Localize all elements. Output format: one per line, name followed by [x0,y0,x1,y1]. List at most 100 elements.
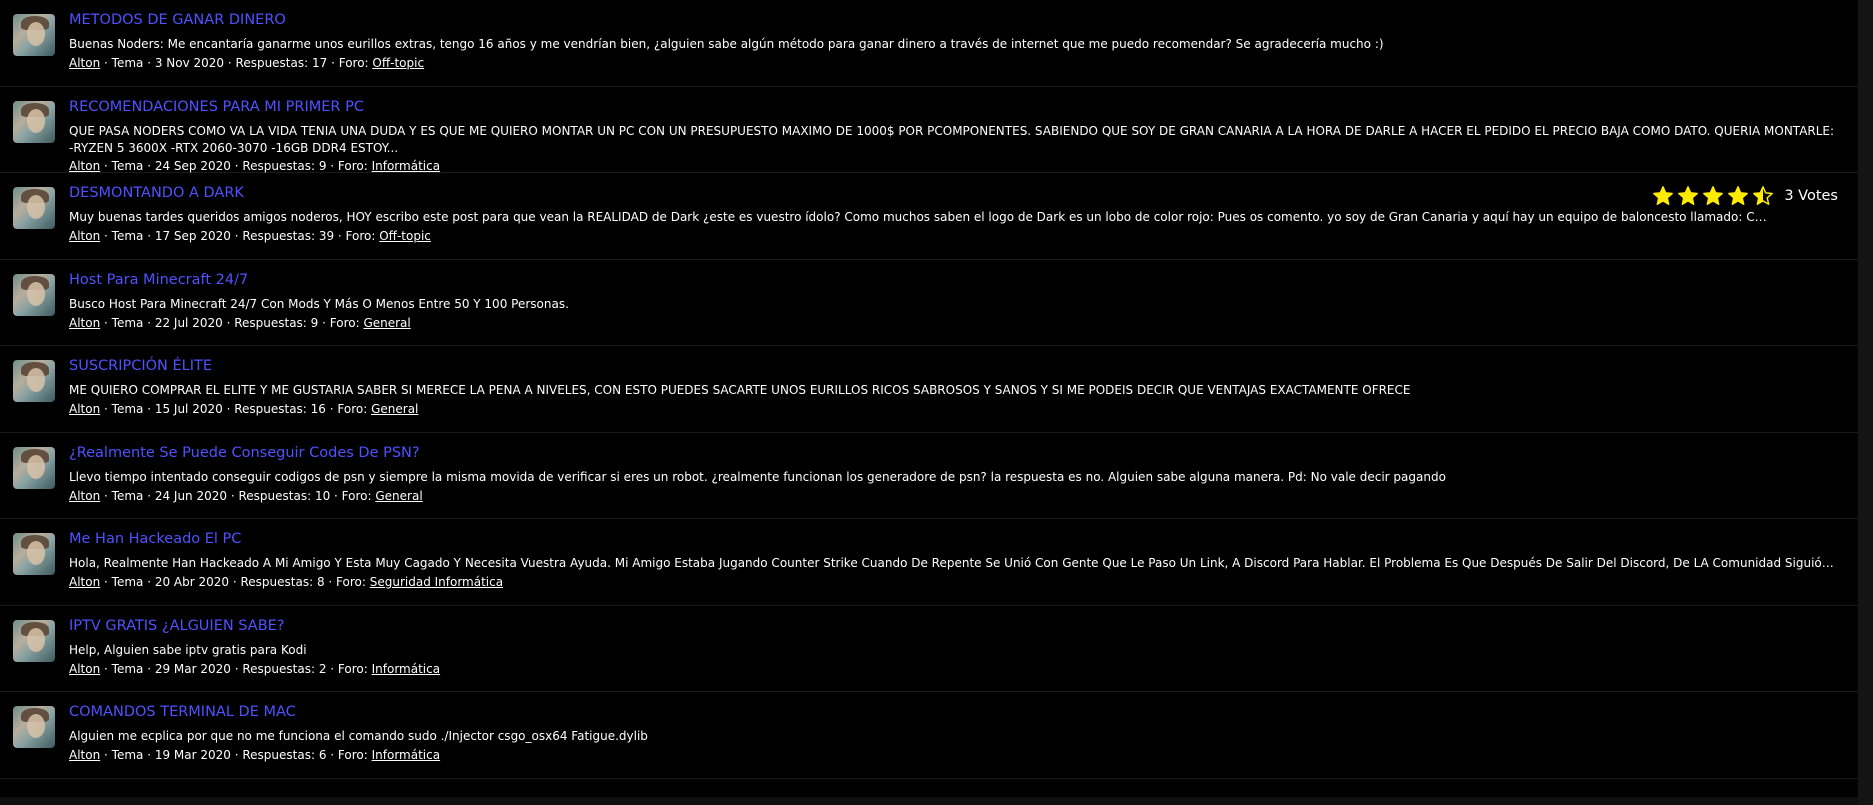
meta-separator: · [100,661,112,676]
meta-separator: · [100,229,112,243]
forum-link[interactable]: Informática [372,662,440,676]
thread-excerpt: Muy buenas tardes queridos amigos nodero… [69,210,1768,224]
replies-label: Respuestas: [242,158,319,173]
author-avatar[interactable] [13,14,55,56]
forum-label: Foro: [338,56,373,70]
author-link[interactable]: Alton [69,489,100,503]
meta-separator: · [229,575,241,589]
meta-separator: · [100,56,112,70]
author-link[interactable]: Alton [69,56,100,70]
meta-separator: · [327,56,339,70]
forum-label: Foro: [345,229,380,243]
result-item: COMANDOS TERMINAL DE MAC Alguien me ecpl… [0,692,1858,779]
thread-meta: Alton · Tema · 24 Jun 2020 · Respuestas:… [69,489,423,503]
result-item: RECOMENDACIONES PARA MI PRIMER PC QUE PA… [0,87,1858,173]
meta-separator: · [222,402,235,416]
author-avatar[interactable] [13,360,55,402]
thread-meta: Alton · Tema · 17 Sep 2020 · Respuestas:… [69,229,431,243]
post-date: 17 Sep 2020 [154,229,231,243]
forum-link[interactable]: Seguridad Informática [370,575,503,589]
meta-separator: · [100,748,112,762]
author-link[interactable]: Alton [69,316,100,330]
star-icon[interactable] [1652,185,1674,207]
author-link[interactable]: Alton [69,748,100,762]
thread-rating: 3 Votes [1652,185,1838,207]
thread-title-link[interactable]: COMANDOS TERMINAL DE MAC [69,704,296,720]
thread-meta: Alton · Tema · 15 Jul 2020 · Respuestas:… [69,402,418,416]
post-date: 22 Jul 2020 [154,315,223,330]
meta-separator: · [143,488,155,503]
meta-separator: · [143,748,155,762]
thread-title-link[interactable]: Me Han Hackeado El PC [69,531,241,547]
forum-link[interactable]: General [371,402,418,416]
post-date: 24 Sep 2020 [154,158,231,173]
star-icon[interactable] [1752,185,1774,207]
meta-separator: · [330,488,342,503]
content-type: Tema [111,315,144,330]
meta-separator: · [326,158,338,173]
replies-label: Respuestas: [242,229,319,243]
meta-separator: · [143,661,155,676]
forum-label: Foro: [337,748,372,762]
author-avatar[interactable] [13,706,55,748]
forum-link[interactable]: Off-topic [379,229,431,243]
content-type: Tema [111,56,144,70]
meta-separator: · [143,402,155,416]
thread-title-link[interactable]: ¿Realmente Se Puede Conseguir Codes De P… [69,445,420,461]
meta-separator: · [143,56,155,70]
forum-link[interactable]: Informática [372,748,440,762]
thread-title-link[interactable]: IPTV GRATIS ¿ALGUIEN SABE? [69,618,285,634]
author-link[interactable]: Alton [69,402,100,416]
meta-separator: · [100,575,112,589]
result-item: IPTV GRATIS ¿ALGUIEN SABE? Help, Alguien… [0,606,1858,692]
forum-link[interactable]: General [363,316,410,330]
result-item: METODOS DE GANAR DINERO Buenas Noders: M… [0,0,1858,87]
author-link[interactable]: Alton [69,229,100,243]
thread-title-link[interactable]: SUSCRIPCIÓN ÉLITE [69,358,212,374]
meta-separator: · [100,402,112,416]
replies-count: 10 [314,488,331,503]
thread-title-link[interactable]: DESMONTANDO A DARK [69,185,244,201]
star-icon[interactable] [1727,185,1749,207]
author-avatar[interactable] [13,533,55,575]
meta-separator: · [230,661,243,676]
meta-separator: · [334,229,346,243]
author-link[interactable]: Alton [69,575,100,589]
replies-count: 8 [316,575,325,589]
author-avatar[interactable] [13,446,55,489]
forum-link[interactable]: General [375,489,422,503]
meta-separator: · [143,575,155,589]
thread-meta: Alton · Tema · 20 Abr 2020 · Respuestas:… [69,575,503,589]
star-icon[interactable] [1702,185,1724,207]
author-avatar[interactable] [13,100,55,143]
page-edge [1858,0,1873,805]
votes-count: 3 Votes [1784,188,1838,204]
star-icon[interactable] [1677,185,1699,207]
forum-link[interactable]: Off-topic [372,56,424,70]
author-link[interactable]: Alton [69,662,100,676]
replies-label: Respuestas: [234,402,311,416]
forum-label: Foro: [329,315,364,330]
replies-label: Respuestas: [238,488,315,503]
author-avatar[interactable] [13,273,55,316]
thread-title-link[interactable]: Host Para Minecraft 24/7 [69,272,248,288]
content-type: Tema [111,748,144,762]
meta-separator: · [326,748,338,762]
content-type: Tema [111,575,144,589]
replies-count: 16 [310,402,326,416]
result-item: ¿Realmente Se Puede Conseguir Codes De P… [0,433,1858,519]
author-avatar[interactable] [13,187,55,229]
content-type: Tema [111,158,144,173]
post-date: 24 Jun 2020 [154,488,228,503]
author-link[interactable]: Alton [69,159,100,173]
forum-link[interactable]: Informática [372,159,440,173]
thread-title-link[interactable]: RECOMENDACIONES PARA MI PRIMER PC [69,99,364,115]
replies-label: Respuestas: [234,315,311,330]
author-avatar[interactable] [13,619,55,662]
thread-title-link[interactable]: METODOS DE GANAR DINERO [69,12,286,28]
result-item: DESMONTANDO A DARK Muy buenas tardes que… [0,173,1858,260]
thread-excerpt: Buenas Noders: Me encantaría ganarme uno… [69,37,1384,51]
rating-stars[interactable] [1652,185,1774,207]
meta-separator: · [100,488,112,503]
replies-label: Respuestas: [235,56,312,70]
